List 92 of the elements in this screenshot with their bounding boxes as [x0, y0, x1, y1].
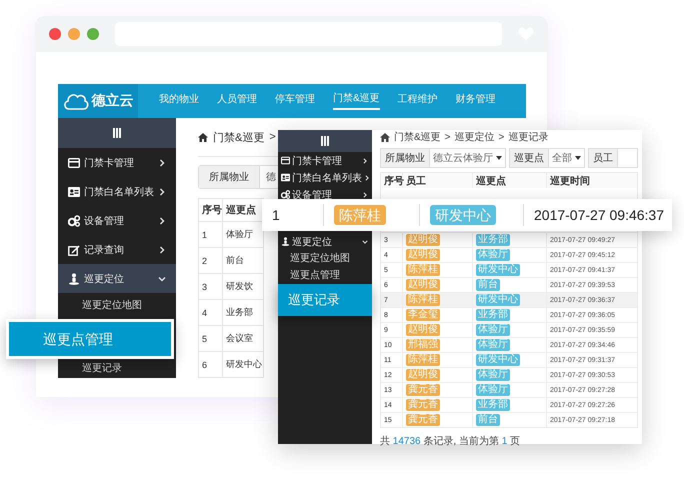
menu-icon: [320, 136, 330, 146]
record-count-text: 共 14736 条记录, 当前为第 1 页: [380, 434, 522, 448]
location-tag: 体验厅: [476, 249, 510, 261]
location-tag: 业务部: [476, 399, 510, 411]
name-tag: 陈萍桂: [334, 205, 386, 225]
breadcrumb-item: 巡更记录: [508, 131, 548, 144]
name-tag: 龚元香: [406, 384, 440, 396]
table-cell-text: 研发中心: [225, 358, 263, 371]
sidebar-subitem[interactable]: 巡更点管理: [278, 267, 372, 284]
location-tag: 研发中心: [430, 205, 496, 225]
edit-icon: [68, 244, 80, 256]
name-tag: 陈萍桂: [406, 294, 440, 306]
name-tag: 龚元香: [406, 399, 440, 411]
person-icon: [68, 272, 80, 284]
window-control-dot[interactable]: [87, 28, 99, 40]
dropdown[interactable]: 巡更点 全部: [509, 148, 585, 168]
cloud-icon: [62, 91, 88, 111]
table-cell: 6: [199, 352, 223, 377]
sidebar-item[interactable]: 门禁白名单列表: [58, 177, 176, 206]
window-control-dot[interactable]: [68, 28, 80, 40]
breadcrumb-item: 门禁&巡更: [213, 130, 264, 144]
column-header: 员工: [403, 173, 473, 188]
sidebar-subitem[interactable]: 巡更定位地图: [58, 293, 176, 319]
table-cell-text: 前台: [225, 254, 245, 267]
person-icon: [281, 237, 290, 246]
table-cell-text: 会议室: [225, 332, 254, 345]
name-tag: 李金玺: [406, 309, 440, 321]
location-tag: 体验厅: [476, 384, 510, 396]
sidebar-subitem[interactable]: 巡更记录: [58, 359, 176, 378]
column-header: 巡更点: [473, 173, 547, 188]
name-tag: 龚元香: [406, 414, 440, 426]
location-tag: 前台: [476, 414, 500, 426]
id-card-icon: [68, 186, 80, 198]
location-tag: 前台: [476, 279, 500, 291]
location-tag: 体验厅: [476, 339, 510, 351]
breadcrumb-item: >: [269, 131, 276, 143]
sidebar-subitem[interactable]: 巡更定位地图: [278, 250, 372, 267]
breadcrumb-item: 门禁&巡更: [394, 130, 441, 144]
name-tag: 赵明俊: [406, 249, 440, 261]
column-header: 序号: [199, 199, 223, 221]
location-tag: 体验厅: [476, 369, 510, 381]
gear-icon: [68, 214, 80, 226]
column-header: 巡更时间: [549, 174, 591, 188]
sidebar-item[interactable]: 门禁卡管理: [278, 152, 372, 169]
name-tag: 陈萍桂: [406, 264, 440, 276]
location-tag: 研发中心: [476, 264, 520, 276]
column-header: 序号: [381, 173, 403, 188]
table-cell-text: 业务部: [225, 306, 254, 319]
caret-icon: [496, 156, 502, 160]
location-tag: 业务部: [476, 234, 510, 246]
home-icon: [198, 132, 208, 142]
table-cell-text: 体验厅: [225, 228, 254, 241]
menu-icon: [112, 128, 122, 138]
table-cell: 3: [199, 274, 223, 299]
name-tag: 陈萍桂: [406, 354, 440, 366]
sidebar-item[interactable]: 记录查询: [58, 235, 176, 264]
breadcrumb-item: 巡更定位: [454, 130, 495, 144]
sidebar-item[interactable]: 门禁卡管理: [58, 148, 176, 177]
caret-icon: [575, 156, 581, 160]
sidebar-item[interactable]: 设备管理: [58, 206, 176, 235]
name-tag: 赵明俊: [406, 279, 440, 291]
location-tag: 研发中心: [476, 294, 520, 306]
input-field[interactable]: 员工: [588, 148, 638, 168]
window-control-dot[interactable]: [49, 28, 61, 40]
filter-field[interactable]: 所属物业 德: [198, 165, 280, 189]
table-cell: 2: [199, 248, 223, 273]
table-cell-text: 研发饮: [225, 280, 254, 293]
location-tag: 业务部: [476, 309, 510, 321]
sidebar-item[interactable]: 巡更定位: [58, 264, 176, 293]
table-cell: 1: [199, 222, 223, 247]
sidebar-item[interactable]: 巡更定位: [278, 233, 372, 250]
card-icon: [68, 156, 80, 168]
home-icon: [380, 132, 390, 142]
breadcrumb-item: >: [498, 132, 504, 142]
breadcrumb-item: >: [444, 132, 451, 142]
id-card-icon: [281, 173, 290, 182]
name-tag: 赵明俊: [406, 369, 440, 381]
location-tag: 体验厅: [476, 324, 510, 336]
sidebar-item[interactable]: 设备管理: [278, 186, 372, 203]
card-icon: [281, 156, 290, 165]
table-cell: 5: [199, 326, 223, 351]
table-cell: 4: [199, 300, 223, 325]
dropdown[interactable]: 所属物业 德立云体验厅: [380, 148, 506, 168]
brand-name: 德立云: [92, 92, 134, 110]
table-cell: 1: [262, 204, 324, 226]
name-tag: 赵明俊: [406, 234, 440, 246]
column-header: 巡更点: [225, 204, 257, 218]
sidebar-item[interactable]: 门禁白名单列表: [278, 169, 372, 186]
name-tag: 邢福强: [406, 339, 440, 351]
location-tag: 研发中心: [476, 354, 520, 366]
name-tag: 赵明俊: [406, 324, 440, 336]
table-cell-text: 2017-07-27 09:46:37: [533, 206, 665, 225]
